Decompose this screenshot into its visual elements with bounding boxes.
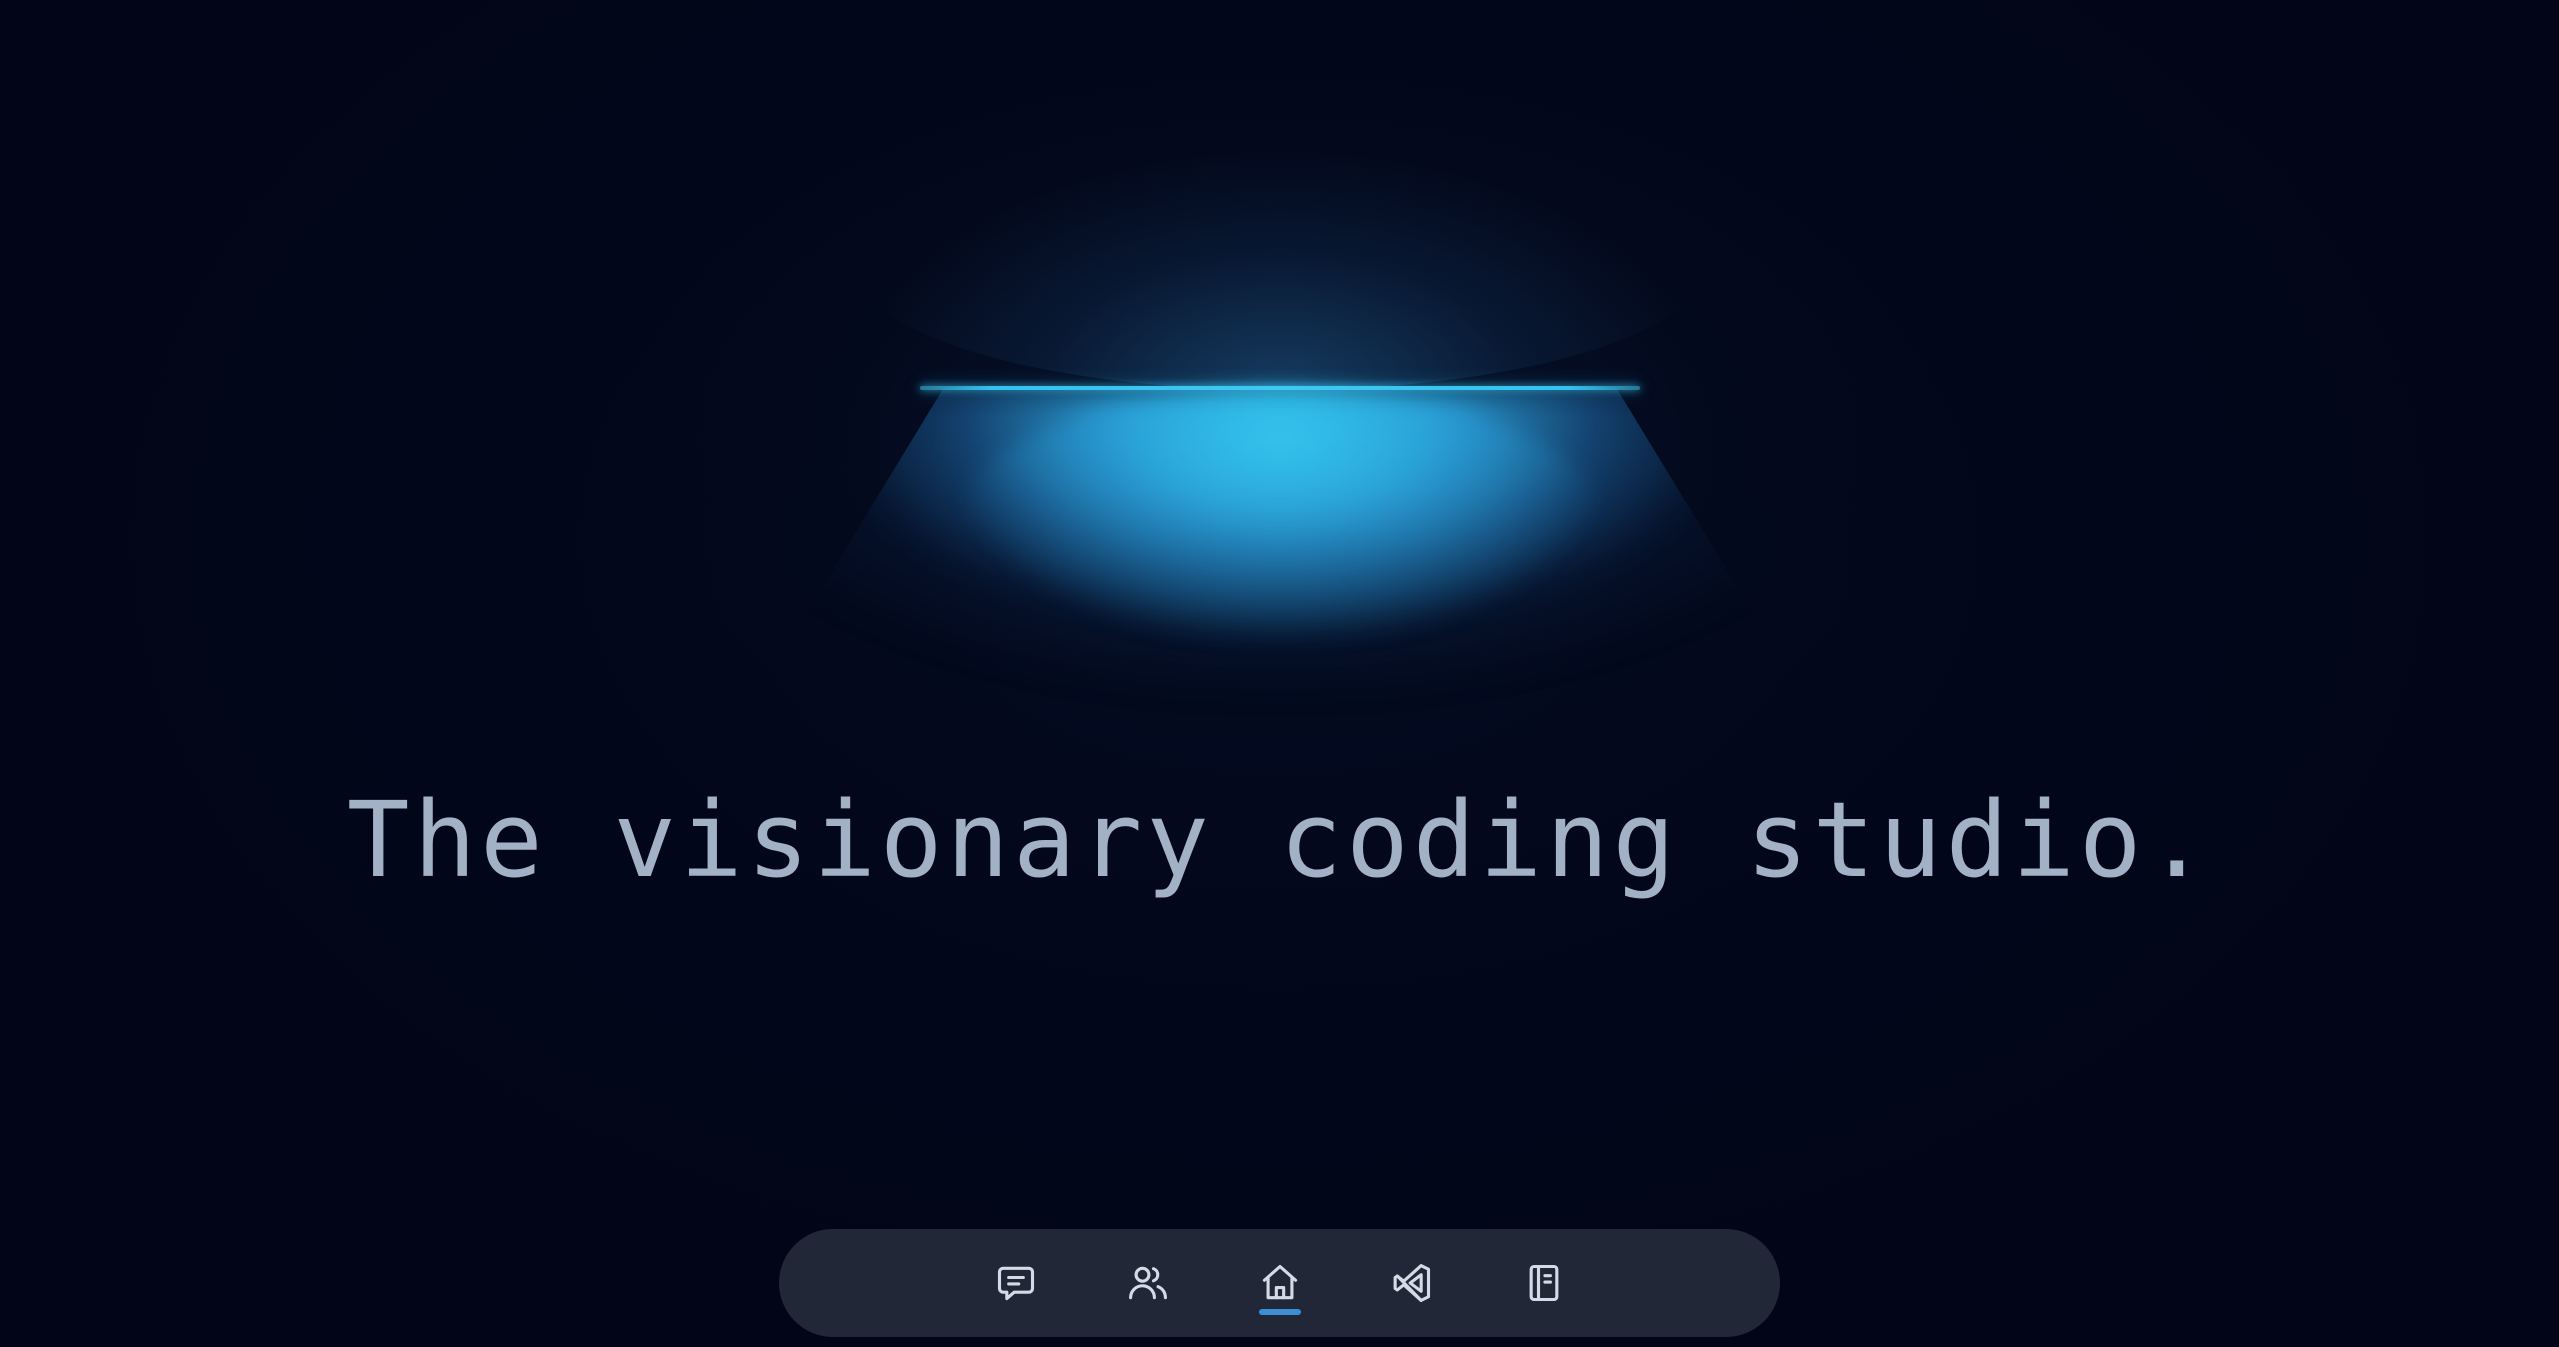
- lamp-upper-glow: [860, 150, 1700, 390]
- active-indicator: [1258, 1309, 1301, 1315]
- notebook-icon: [1529, 1264, 1558, 1302]
- dock-item-chat[interactable]: [950, 1229, 1082, 1337]
- hero-stage: The visionary coding studio.: [0, 0, 2559, 1347]
- dock-item-home[interactable]: [1214, 1229, 1346, 1337]
- dock-item-notebook[interactable]: [1478, 1229, 1610, 1337]
- lamp-bar: [920, 386, 1640, 390]
- hero-headline: The visionary coding studio.: [346, 779, 2213, 901]
- lamp-light-core: [960, 390, 1600, 640]
- vscode-icon: [1393, 1264, 1430, 1302]
- users-icon: [1128, 1266, 1167, 1300]
- bottom-dock: [779, 1229, 1780, 1337]
- home-icon: [1262, 1264, 1297, 1300]
- dock-item-users[interactable]: [1082, 1229, 1214, 1337]
- chat-icon: [997, 1266, 1034, 1301]
- dock-item-vscode[interactable]: [1346, 1229, 1478, 1337]
